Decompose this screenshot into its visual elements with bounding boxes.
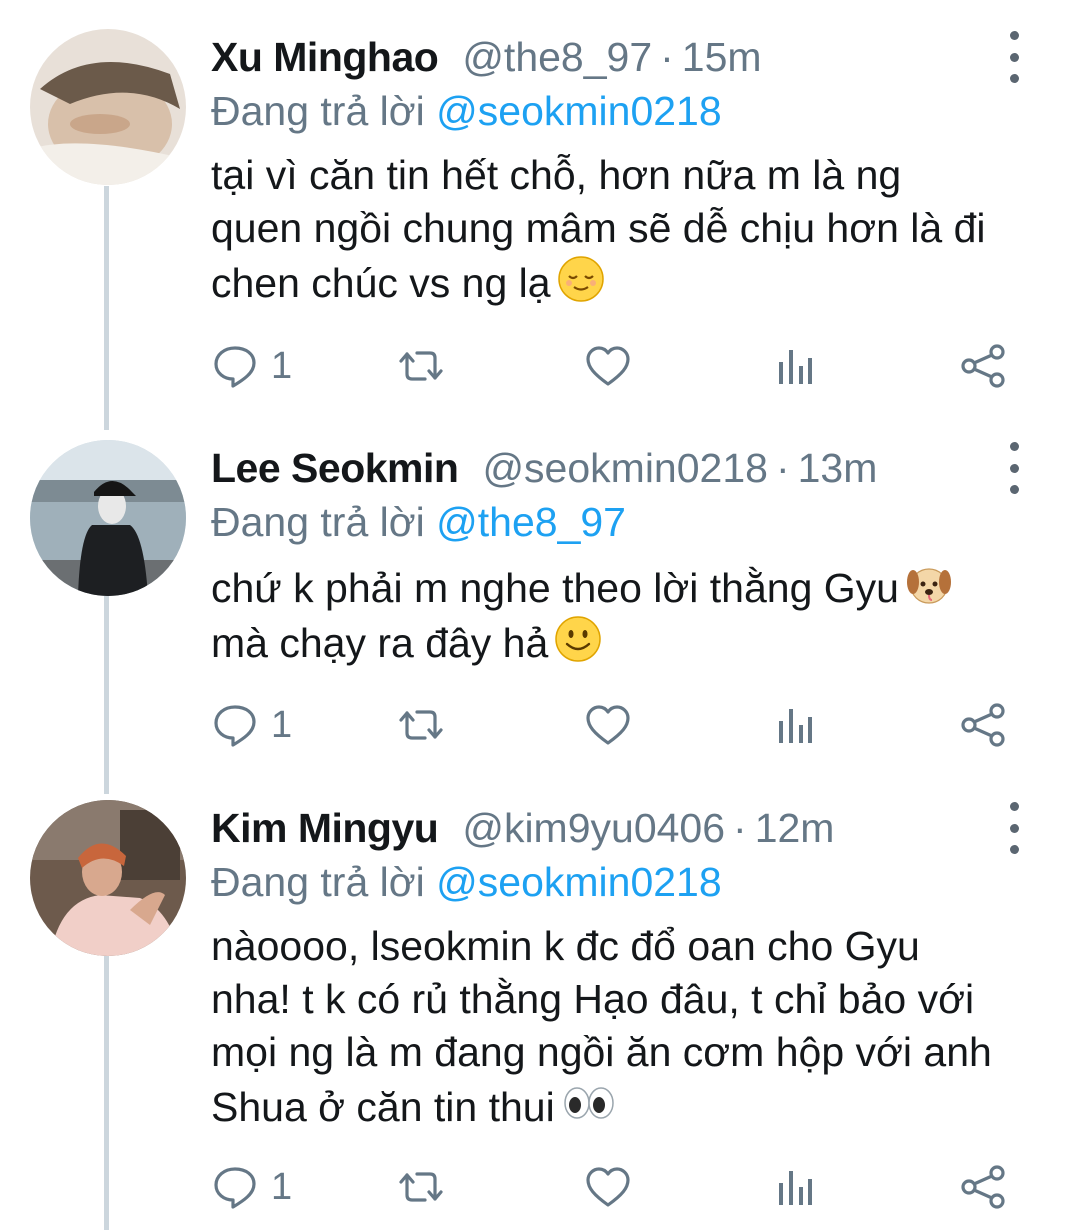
share-icon (961, 703, 1005, 747)
mention-link[interactable]: @seokmin0218 (436, 88, 722, 134)
author-name[interactable]: Xu Minghao (211, 34, 439, 81)
tweet-text-line: tại vì căn tin hết chỗ, hơn nữa m là ng (211, 152, 902, 198)
reply-icon (214, 346, 256, 388)
analytics-icon (779, 350, 812, 384)
tweet-text: nàoooo, lseokmin k đc đổ oan cho Gyu nha… (211, 920, 1050, 1134)
author-name[interactable]: Kim Mingyu (211, 805, 439, 852)
share-button[interactable] (959, 1162, 1007, 1212)
like-button[interactable] (584, 1162, 632, 1212)
reply-icon (214, 1167, 256, 1209)
avatar-photo (30, 800, 186, 956)
heart-icon (586, 346, 630, 386)
reply-button[interactable]: 1 (211, 1162, 292, 1212)
retweet-icon (399, 1172, 443, 1202)
avatar[interactable] (30, 440, 186, 596)
retweet-button[interactable] (397, 700, 445, 750)
analytics-icon (779, 709, 812, 743)
tweet-text-line: mà chạy ra đây hả (211, 620, 549, 666)
tweet-actions: 1 (211, 1162, 1051, 1212)
tweet-header: Kim Mingyu @kim9yu0406 · 12m (211, 798, 1050, 858)
reply-count: 1 (271, 703, 293, 746)
author-handle[interactable]: @kim9yu0406 (462, 805, 725, 852)
avatar-photo (30, 29, 186, 185)
tweet-text-line: nàoooo, lseokmin k đc đổ oan cho Gyu (211, 923, 920, 969)
share-button[interactable] (959, 700, 1007, 750)
tweet-text: chứ k phải m nghe theo lời thằng Gyu mà … (211, 560, 1050, 670)
avatar[interactable] (30, 800, 186, 956)
tweet-actions: 1 (211, 341, 1051, 391)
reply-prefix: Đang trả lời (211, 499, 425, 545)
tweet-text-line: chen chúc vs ng lạ (211, 260, 551, 306)
retweet-button[interactable] (397, 341, 445, 391)
analytics-button[interactable] (771, 341, 819, 391)
reply-count: 1 (271, 1165, 293, 1208)
reply-prefix: Đang trả lời (211, 859, 425, 905)
mention-link[interactable]: @the8_97 (436, 499, 626, 545)
tweet-header: Xu Minghao @the8_97 · 15m (211, 27, 1050, 87)
share-icon (961, 344, 1005, 388)
tweet-text-line: Shua ở căn tin thui (211, 1084, 555, 1130)
reply-count: 1 (271, 344, 293, 387)
analytics-button[interactable] (771, 1162, 819, 1212)
timestamp[interactable]: 13m (798, 445, 878, 492)
dot-separator: · (660, 33, 674, 80)
heart-icon (586, 705, 630, 745)
tweet-header: Lee Seokmin @seokmin0218 · 13m (211, 438, 1050, 498)
retweet-icon (399, 351, 443, 381)
more-options-icon[interactable] (1003, 442, 1025, 494)
like-button[interactable] (584, 700, 632, 750)
like-button[interactable] (584, 341, 632, 391)
author-handle[interactable]: @the8_97 (462, 34, 652, 81)
mention-link[interactable]: @seokmin0218 (436, 859, 722, 905)
replying-to: Đang trả lời @seokmin0218 (211, 83, 1050, 139)
tweet[interactable]: Lee Seokmin @seokmin0218 · 13m Đang trả … (0, 438, 1080, 778)
avatar[interactable] (30, 29, 186, 185)
reply-button[interactable]: 1 (211, 341, 292, 391)
heart-icon (586, 1167, 630, 1207)
author-handle[interactable]: @seokmin0218 (482, 445, 768, 492)
reply-prefix: Đang trả lời (211, 88, 425, 134)
timestamp[interactable]: 15m (682, 34, 762, 81)
share-button[interactable] (959, 341, 1007, 391)
tweet-actions: 1 (211, 700, 1051, 750)
timestamp[interactable]: 12m (755, 805, 835, 852)
dog-face-icon (906, 568, 951, 604)
smiling-face-icon (555, 616, 602, 662)
replying-to: Đang trả lời @the8_97 (211, 494, 1050, 550)
relieved-face-icon (557, 256, 604, 302)
tweet-text-line: nha! t k có rủ thằng Hạo đâu, t chỉ bảo … (211, 976, 975, 1022)
dot-separator: · (733, 804, 747, 851)
eyes-icon (563, 1087, 614, 1119)
retweet-button[interactable] (397, 1162, 445, 1212)
retweet-icon (399, 710, 443, 740)
analytics-icon (779, 1171, 812, 1205)
tweet-text-line: chứ k phải m nghe theo lời thằng Gyu (211, 565, 899, 611)
avatar-photo (30, 440, 186, 596)
author-name[interactable]: Lee Seokmin (211, 445, 459, 492)
reply-icon (214, 705, 256, 747)
replying-to: Đang trả lời @seokmin0218 (211, 854, 1050, 910)
reply-button[interactable]: 1 (211, 700, 292, 750)
more-options-icon[interactable] (1003, 802, 1025, 854)
tweet-text: tại vì căn tin hết chỗ, hơn nữa m là ng … (211, 149, 1050, 310)
dot-separator: · (775, 444, 790, 491)
share-icon (961, 1165, 1005, 1209)
tweet[interactable]: Xu Minghao @the8_97 · 15m Đang trả lời @… (0, 27, 1080, 407)
tweet-text-line: mọi ng là m đang ngồi ăn cơm hộp với anh (211, 1029, 992, 1075)
tweet-text-line: quen ngồi chung mâm sẽ dễ chịu hơn là đi (211, 205, 986, 251)
tweet[interactable]: Kim Mingyu @kim9yu0406 · 12m Đang trả lờ… (0, 798, 1080, 1230)
analytics-button[interactable] (771, 700, 819, 750)
more-options-icon[interactable] (1003, 31, 1025, 83)
